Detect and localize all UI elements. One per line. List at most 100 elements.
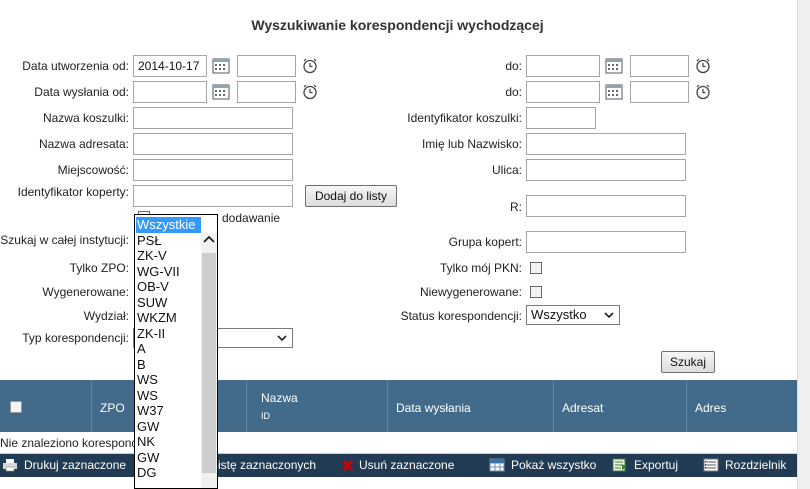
table-icon [489, 458, 505, 472]
dropdown-option[interactable]: GW [136, 419, 201, 435]
page-scrollbar[interactable] [797, 0, 810, 489]
drukuj-zaznaczone-button[interactable]: Drukuj zaznaczone [24, 458, 126, 472]
calendar-icon[interactable] [212, 84, 230, 100]
dropdown-option[interactable]: WS [136, 372, 201, 388]
nazwa-koszulki-input[interactable] [133, 107, 293, 129]
identyfikator-koperty-label: Identyfikator koperty: [17, 185, 129, 199]
export-icon [612, 458, 627, 472]
action-toolbar: Drukuj zaznaczone istę zaznaczonych Usuń… [0, 454, 797, 477]
usun-zaznaczone-button[interactable]: Usuń zaznaczone [359, 458, 454, 472]
dropdown-option[interactable]: PSŁ [136, 233, 201, 249]
list-icon [703, 458, 719, 472]
imie-lub-nazwisko-input[interactable] [526, 133, 686, 155]
niewygenerowane-checkbox[interactable] [530, 286, 542, 298]
empty-results-message: Nie znaleziono korespond [0, 432, 797, 454]
godzina-utworzenia-do-input[interactable] [630, 55, 689, 77]
pokaz-wszystko-button[interactable]: Pokaż wszystko [511, 458, 596, 472]
dropdown-option[interactable]: A [136, 341, 201, 357]
godzina-wyslania-do-input[interactable] [630, 81, 689, 103]
page-title: Wyszukiwanie korespondencji wychodzącej [251, 17, 544, 33]
results-table-header: ZPO Nazwa ID Data wysłania Adresat Adres [0, 380, 797, 432]
dodawanie-label: dodawanie [222, 211, 281, 225]
dropdown-option[interactable]: ZK-II [136, 326, 201, 342]
tylko-zpo-label: Tylko ZPO: [69, 261, 129, 275]
nazwa-adresata-label: Nazwa adresata: [38, 137, 129, 151]
column-nazwa[interactable]: Nazwa ID [246, 380, 387, 432]
identyfikator-koperty-input[interactable] [133, 185, 293, 207]
delete-icon [341, 459, 354, 472]
status-korespondencji-label: Status korespondencji: [400, 309, 522, 323]
calendar-icon[interactable] [212, 58, 230, 74]
chevron-down-icon [604, 312, 614, 319]
dropdown-option[interactable]: B [136, 357, 201, 373]
dropdown-option[interactable]: OB-V [136, 279, 201, 295]
miejscowosc-label: Miejscowość: [57, 163, 129, 177]
printer-icon [3, 459, 17, 472]
szukaj-w-calej-instytucji-label: Szukaj w całej instytucji: [0, 233, 129, 247]
miejscowosc-input[interactable] [133, 159, 293, 181]
data-utworzenia-od-input[interactable] [133, 55, 207, 77]
data-wyslania-do-label: do: [505, 85, 522, 99]
dropdown-option[interactable]: ZK-V [136, 248, 201, 264]
identyfikator-koszulki-label: Identyfikator koszulki: [407, 111, 522, 125]
data-wyslania-od-label: Data wysłania od: [34, 85, 129, 99]
column-adresat[interactable]: Adresat [553, 380, 686, 432]
dropdown-scrollbar[interactable] [201, 233, 217, 488]
column-zpo-label: ZPO [100, 401, 125, 415]
column-data-wyslania-label: Data wysłania [396, 401, 471, 415]
clock-icon[interactable] [302, 58, 318, 74]
dropdown-option[interactable]: Wszystkie [136, 217, 201, 233]
column-nazwa-label: Nazwa [261, 391, 298, 405]
dropdown-option[interactable]: WKZM [136, 310, 201, 326]
r-input[interactable] [526, 195, 686, 217]
data-utworzenia-do-label: do: [505, 59, 522, 73]
data-utworzenia-od-label: Data utworzenia od: [22, 59, 129, 73]
column-data-wyslania[interactable]: Data wysłania [387, 380, 553, 432]
status-korespondencji-value: Wszystko [531, 307, 587, 322]
typ-korespondencji-label: Typ korespondencji: [22, 331, 129, 345]
identyfikator-koszulki-input[interactable] [526, 107, 596, 129]
chevron-up-icon[interactable] [201, 232, 217, 246]
dropdown-option[interactable]: NK [136, 434, 201, 450]
godzina-wyslania-od-input[interactable] [237, 81, 296, 103]
ulica-input[interactable] [526, 159, 686, 181]
tylko-moj-pkn-checkbox[interactable] [530, 262, 542, 274]
wydzial-dropdown-list[interactable]: Wszystkie PSŁ ZK-V WG-VII OB-V SUW WKZM ZK-II A B… [134, 214, 218, 489]
column-adres[interactable]: Adres [686, 380, 797, 432]
nazwa-adresata-input[interactable] [133, 133, 293, 155]
clock-icon[interactable] [695, 58, 711, 74]
dropdown-option[interactable]: GW [136, 450, 201, 466]
dropdown-option[interactable]: W37 [136, 403, 201, 419]
column-id-label: ID [261, 411, 270, 421]
rozdzielnik-button[interactable]: Rozdzielnik [725, 458, 786, 472]
dropdown-option[interactable]: SUW [136, 295, 201, 311]
dropdown-option[interactable]: DG [136, 465, 201, 481]
column-adresat-label: Adresat [562, 401, 604, 415]
grupa-kopert-input[interactable] [526, 231, 686, 253]
szukaj-button[interactable]: Szukaj [661, 351, 715, 373]
data-wyslania-do-input[interactable] [526, 81, 600, 103]
dropdown-option[interactable]: WG-VII [136, 264, 201, 280]
column-adres-label: Adres [695, 401, 727, 415]
ulica-label: Ulica: [491, 163, 522, 177]
exportuj-button[interactable]: Exportuj [634, 458, 678, 472]
liste-zaznaczonych-button[interactable]: istę zaznaczonych [218, 458, 316, 472]
select-all-checkbox[interactable] [10, 401, 22, 413]
calendar-icon[interactable] [605, 84, 623, 100]
clock-icon[interactable] [302, 84, 318, 100]
nazwa-koszulki-label: Nazwa koszulki: [42, 111, 129, 125]
chevron-down-icon [277, 335, 287, 342]
calendar-icon[interactable] [605, 58, 623, 74]
grupa-kopert-label: Grupa kopert: [448, 235, 522, 249]
status-korespondencji-select[interactable]: Wszystko [526, 305, 620, 325]
dropdown-option[interactable]: WS [136, 388, 201, 404]
data-utworzenia-do-input[interactable] [526, 55, 600, 77]
godzina-utworzenia-od-input[interactable] [237, 55, 296, 77]
data-wyslania-od-input[interactable] [133, 81, 207, 103]
clock-icon[interactable] [695, 84, 711, 100]
r-label: R: [510, 200, 522, 214]
tylko-moj-pkn-label: Tylko mój PKN: [439, 261, 522, 275]
wydzial-label: Wydział: [83, 309, 129, 323]
niewygenerowane-label: Niewygenerowane: [419, 285, 522, 299]
dropdown-scrollbar-thumb[interactable] [202, 253, 216, 473]
